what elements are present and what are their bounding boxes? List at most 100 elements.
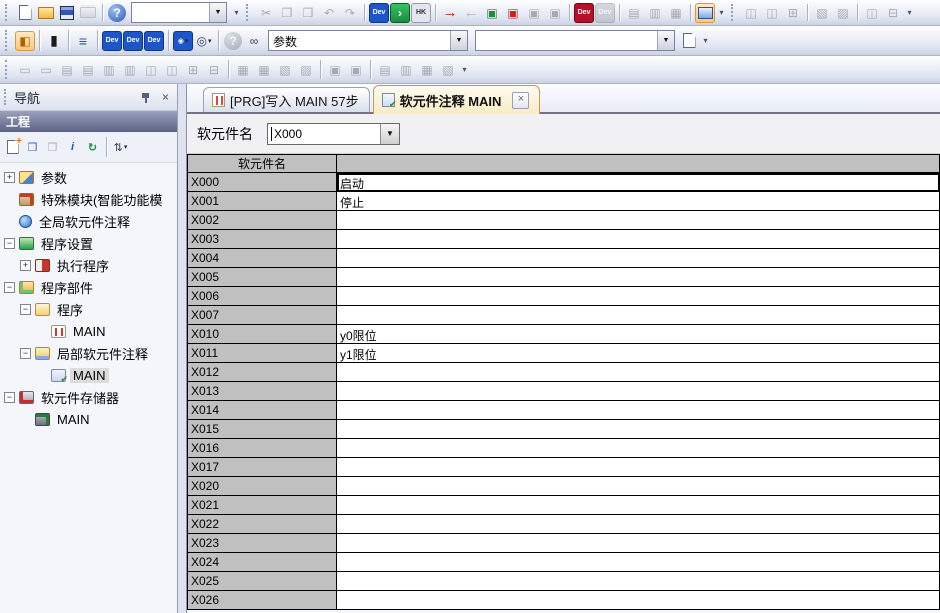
document-tab[interactable]: 软元件注释 MAIN× <box>373 85 541 114</box>
comment-cell[interactable] <box>337 420 940 439</box>
tree-expander[interactable]: − <box>4 392 15 403</box>
comment-cell[interactable] <box>337 363 940 382</box>
tree-item-特殊模块(智能功能模[interactable]: +特殊模块(智能功能模 <box>0 188 177 210</box>
panel-splitter[interactable] <box>178 84 186 613</box>
toolbar-grip[interactable] <box>731 4 737 21</box>
device-name-cell[interactable]: X021 <box>187 496 337 515</box>
tree-item-label[interactable]: 程序设置 <box>38 234 96 253</box>
device-name-cell[interactable]: X025 <box>187 572 337 591</box>
copy-data-icon[interactable]: ❐ <box>23 138 42 157</box>
device-statement-list-icon[interactable]: Dev <box>123 31 143 51</box>
comment-cell[interactable] <box>337 401 940 420</box>
comment-cell[interactable] <box>337 591 940 610</box>
device-name-cell[interactable]: X007 <box>187 306 337 325</box>
tree-item-label[interactable]: 软元件存储器 <box>38 388 122 407</box>
tree-item-label[interactable]: MAIN <box>70 324 109 339</box>
device-name-cell[interactable]: X017 <box>187 458 337 477</box>
toolbar-grip[interactable] <box>5 60 11 79</box>
sort-filter-icon[interactable]: ⇅▾ <box>111 138 130 157</box>
tree-expander[interactable]: − <box>4 238 15 249</box>
panel-grip[interactable] <box>4 89 9 105</box>
device-name-cell[interactable]: X015 <box>187 420 337 439</box>
device-find-icon[interactable]: Dev <box>369 3 389 23</box>
tree-item-label[interactable]: MAIN <box>70 368 109 383</box>
comment-cell[interactable]: y1限位 <box>337 344 940 363</box>
device-name-cell[interactable]: X006 <box>187 287 337 306</box>
comment-cell[interactable] <box>337 515 940 534</box>
device-name-cell[interactable]: X000 <box>187 173 337 192</box>
monitor-stop-icon[interactable]: ▣ <box>503 3 523 23</box>
pin-icon[interactable] <box>138 90 153 105</box>
monitor-mode-icon[interactable] <box>695 3 715 23</box>
find-keyword-combo[interactable]: ▼ <box>475 30 675 51</box>
comment-cell[interactable]: 停止 <box>337 192 940 211</box>
find-keyword-combo-dropdown-button[interactable]: ▼ <box>657 31 674 50</box>
tree-item-MAIN[interactable]: +MAIN <box>0 320 177 342</box>
toolbar-grip[interactable] <box>5 30 11 51</box>
open-project-icon[interactable] <box>36 3 56 23</box>
device-name-cell[interactable]: X001 <box>187 192 337 211</box>
comment-cell[interactable]: y0限位 <box>337 325 940 344</box>
comment-cell[interactable] <box>337 382 940 401</box>
device-name-cell[interactable]: X020 <box>187 477 337 496</box>
new-data-icon[interactable] <box>3 138 22 157</box>
device-name-cell[interactable]: X024 <box>187 553 337 572</box>
device-monitor-icon[interactable]: Dev <box>574 3 594 23</box>
device-name-cell[interactable]: X013 <box>187 382 337 401</box>
toolbar-overflow-button[interactable]: ▾ <box>904 1 915 24</box>
tree-item-label[interactable]: 参数 <box>38 168 70 187</box>
tree-item-参数[interactable]: + 参数 <box>0 166 177 188</box>
comment-cell[interactable] <box>337 268 940 287</box>
tree-item-label[interactable]: 全局软元件注释 <box>36 212 133 231</box>
find-device-icon[interactable]: ◎▾ <box>194 31 214 51</box>
device-name-cell[interactable]: X022 <box>187 515 337 534</box>
toolbar-grip[interactable] <box>5 4 11 21</box>
new-project-icon[interactable] <box>15 3 35 23</box>
tree-item-程序部件[interactable]: −程序部件 <box>0 276 177 298</box>
tree-expander[interactable]: + <box>20 260 31 271</box>
tree-item-MAIN[interactable]: +MAIN <box>0 408 177 430</box>
monitor-start-icon[interactable]: ▣ <box>482 3 502 23</box>
device-name-cell[interactable]: X014 <box>187 401 337 420</box>
device-name-cell[interactable]: X004 <box>187 249 337 268</box>
device-name-cell[interactable]: X012 <box>187 363 337 382</box>
toolbar-overflow-button[interactable]: ▾ <box>716 1 727 24</box>
device-name-cell[interactable]: X026 <box>187 591 337 610</box>
device-name-combo[interactable]: X000 ▼ <box>267 123 400 145</box>
find-in-document-icon[interactable] <box>679 31 699 51</box>
comment-cell[interactable] <box>337 439 940 458</box>
find-keyword-combo-value[interactable] <box>476 31 657 50</box>
tree-item-全局软元件注释[interactable]: +全局软元件注释 <box>0 210 177 232</box>
device-comment-list-icon[interactable]: Dev <box>102 31 122 51</box>
tree-expander[interactable]: − <box>20 304 31 315</box>
comment-cell[interactable]: 启动 <box>337 173 940 192</box>
tree-item-软元件存储器[interactable]: − 软元件存储器 <box>0 386 177 408</box>
find-target-combo-value[interactable]: 参数 <box>269 31 450 50</box>
cross-reference-icon[interactable]: ∞ <box>244 31 264 51</box>
toolbar-overflow-button[interactable]: ▾ <box>459 57 470 82</box>
combo-dropdown-button[interactable]: ▼ <box>380 124 399 144</box>
list-view-icon[interactable]: ≡ <box>73 31 93 51</box>
device-name-column-header[interactable]: 软元件名 <box>187 154 337 173</box>
device-name-cell[interactable]: X002 <box>187 211 337 230</box>
comment-cell[interactable] <box>337 534 940 553</box>
find-target-combo[interactable]: 参数▼ <box>268 30 468 51</box>
tree-item-label[interactable]: 程序部件 <box>38 278 96 297</box>
tree-item-MAIN[interactable]: +MAIN <box>0 364 177 386</box>
device-display-mode-icon[interactable]: ◉▾ <box>173 31 193 51</box>
device-name-cell[interactable]: X010 <box>187 325 337 344</box>
tree-expander[interactable]: + <box>4 172 15 183</box>
device-hk-monitor-icon[interactable]: HK <box>411 3 431 23</box>
tree-item-label[interactable]: 执行程序 <box>54 256 112 275</box>
comment-cell[interactable] <box>337 287 940 306</box>
tree-item-label[interactable]: 局部软元件注释 <box>54 344 151 363</box>
comment-cell[interactable] <box>337 572 940 591</box>
tab-close-button[interactable]: × <box>512 92 529 109</box>
device-name-cell[interactable]: X005 <box>187 268 337 287</box>
document-tab[interactable]: [PRG]写入 MAIN 57步 <box>203 87 370 112</box>
program-check-icon[interactable]: › <box>390 3 410 23</box>
toolbar-overflow-button[interactable]: ▾ <box>231 1 242 24</box>
comment-cell[interactable] <box>337 496 940 515</box>
tree-item-程序设置[interactable]: − 程序设置 <box>0 232 177 254</box>
tree-expander[interactable]: − <box>20 348 31 359</box>
